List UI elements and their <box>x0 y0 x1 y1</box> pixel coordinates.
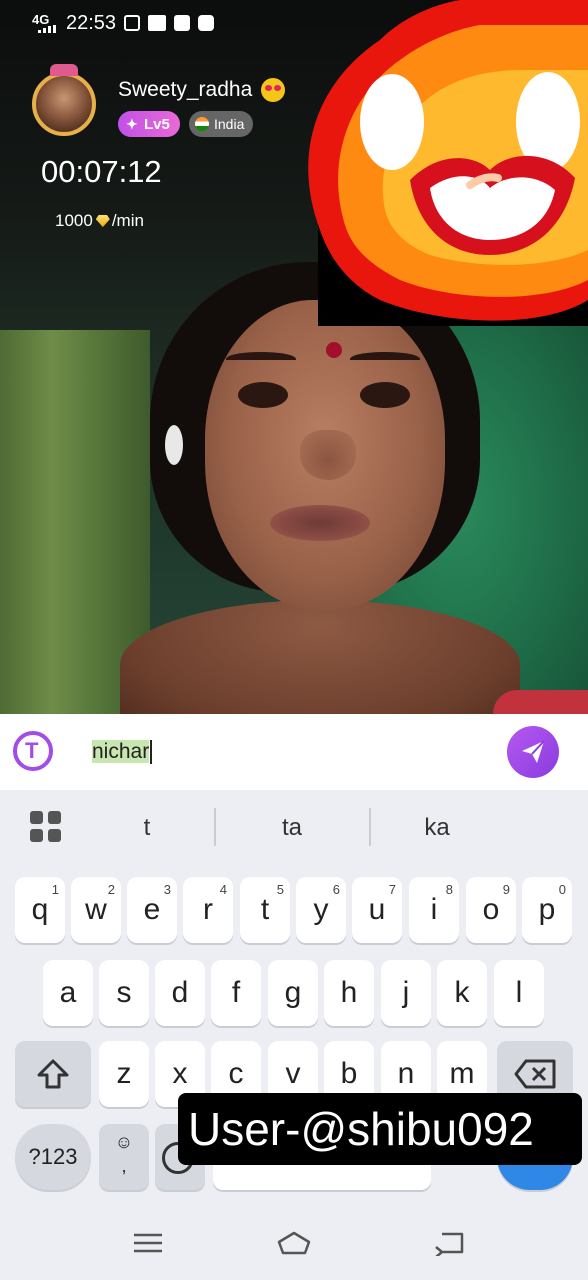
call-rate: 1000 /min <box>55 211 144 231</box>
left-eye <box>238 382 288 408</box>
key-w[interactable]: w2 <box>71 877 121 943</box>
earring <box>165 425 183 465</box>
left-eyebrow <box>226 352 296 366</box>
key-t[interactable]: t5 <box>240 877 290 943</box>
keyboard <box>0 790 588 1280</box>
key-label: i <box>430 893 438 926</box>
key-i[interactable]: i8 <box>409 877 459 943</box>
rate-amount: 1000 <box>55 211 93 230</box>
key-label: w <box>85 893 107 926</box>
heart-eyes-emoji-icon <box>261 78 285 102</box>
composing-text: nichar <box>92 740 150 763</box>
comma-key[interactable]: ☺ , <box>99 1124 149 1190</box>
key-label: p <box>538 893 556 926</box>
rate-unit: /min <box>111 211 144 230</box>
key-label: o <box>482 893 500 926</box>
key-number-hint: 3 <box>163 882 171 897</box>
key-label: u <box>368 893 386 926</box>
key-number-hint: 7 <box>388 882 396 897</box>
right-eye <box>360 382 410 408</box>
right-eyebrow <box>350 352 420 366</box>
key-g[interactable]: g <box>268 960 318 1026</box>
key-f[interactable]: f <box>211 960 261 1026</box>
suggestion-divider <box>214 808 216 846</box>
key-l[interactable]: l <box>494 960 544 1026</box>
suggestion-divider <box>369 808 371 846</box>
fire-sticker-icon <box>308 0 588 321</box>
diamond-icon <box>95 215 110 227</box>
host-avatar[interactable] <box>32 64 96 136</box>
message-input[interactable]: nichar <box>92 740 153 766</box>
key-e[interactable]: e3 <box>127 877 177 943</box>
mail-icon <box>174 15 190 31</box>
keyboard-menu-grid-icon[interactable] <box>30 811 62 843</box>
paper-plane-icon <box>522 740 545 763</box>
key-label: q <box>31 893 49 926</box>
key-p[interactable]: p0 <box>522 877 572 943</box>
shift-key[interactable] <box>15 1041 91 1107</box>
suggestion-1[interactable]: t <box>87 814 207 842</box>
translate-icon[interactable]: T <box>13 731 53 771</box>
emoji-hint-icon: ☺ <box>114 1132 134 1152</box>
text-caret <box>150 740 153 765</box>
level-label: Lv5 <box>144 115 170 133</box>
key-u[interactable]: u7 <box>352 877 402 943</box>
recent-apps-icon[interactable] <box>130 1230 166 1256</box>
comma-label: , <box>121 1156 127 1176</box>
instagram-icon <box>124 15 140 31</box>
send-button[interactable] <box>507 726 559 778</box>
status-bar: 4G 22:53 <box>0 0 588 46</box>
host-name[interactable]: Sweety_radha <box>118 78 252 102</box>
notification-icons <box>124 13 214 33</box>
india-flag-icon <box>195 117 209 131</box>
key-label: y <box>313 893 329 926</box>
clock: 22:53 <box>66 12 117 34</box>
key-d[interactable]: d <box>155 960 205 1026</box>
key-number-hint: 4 <box>219 882 227 897</box>
bindi <box>326 342 342 358</box>
key-q[interactable]: q1 <box>15 877 65 943</box>
key-label: r <box>203 893 213 926</box>
key-label: t <box>260 893 270 926</box>
message-bar <box>0 714 588 790</box>
key-number-hint: 0 <box>558 882 566 897</box>
suggestion-3[interactable]: ka <box>377 814 497 842</box>
translate-letter: T <box>25 738 39 763</box>
youtube-icon <box>198 15 214 31</box>
mouth <box>270 505 370 541</box>
country-label: India <box>214 116 245 132</box>
key-k[interactable]: k <box>437 960 487 1026</box>
suggestion-2[interactable]: ta <box>232 814 352 842</box>
key-o[interactable]: o9 <box>466 877 516 943</box>
key-number-hint: 2 <box>107 882 115 897</box>
shift-arrow-icon <box>37 1059 69 1089</box>
home-icon[interactable] <box>276 1230 312 1256</box>
symbols-key[interactable]: ?123 <box>15 1124 91 1190</box>
level-badge: ✦ Lv5 <box>118 111 180 137</box>
key-a[interactable]: a <box>43 960 93 1026</box>
key-number-hint: 5 <box>276 882 284 897</box>
key-number-hint: 8 <box>445 882 453 897</box>
key-number-hint: 6 <box>332 882 340 897</box>
key-j[interactable]: j <box>381 960 431 1026</box>
call-timer: 00:07:12 <box>41 154 162 189</box>
key-number-hint: 9 <box>502 882 510 897</box>
signal-icon <box>38 25 58 33</box>
key-label: e <box>143 893 161 926</box>
sparkle-icon: ✦ <box>126 116 138 132</box>
key-y[interactable]: y6 <box>296 877 346 943</box>
key-z[interactable]: z <box>99 1041 149 1107</box>
red-cloth <box>493 690 588 714</box>
key-h[interactable]: h <box>324 960 374 1026</box>
key-r[interactable]: r4 <box>183 877 233 943</box>
country-badge: India <box>189 111 253 137</box>
watermark: User-@shibu092 <box>178 1093 582 1165</box>
video-call-icon <box>148 15 166 31</box>
backspace-icon <box>514 1059 556 1089</box>
key-s[interactable]: s <box>99 960 149 1026</box>
nose <box>300 430 356 480</box>
back-icon[interactable] <box>432 1230 468 1256</box>
key-number-hint: 1 <box>51 882 59 897</box>
